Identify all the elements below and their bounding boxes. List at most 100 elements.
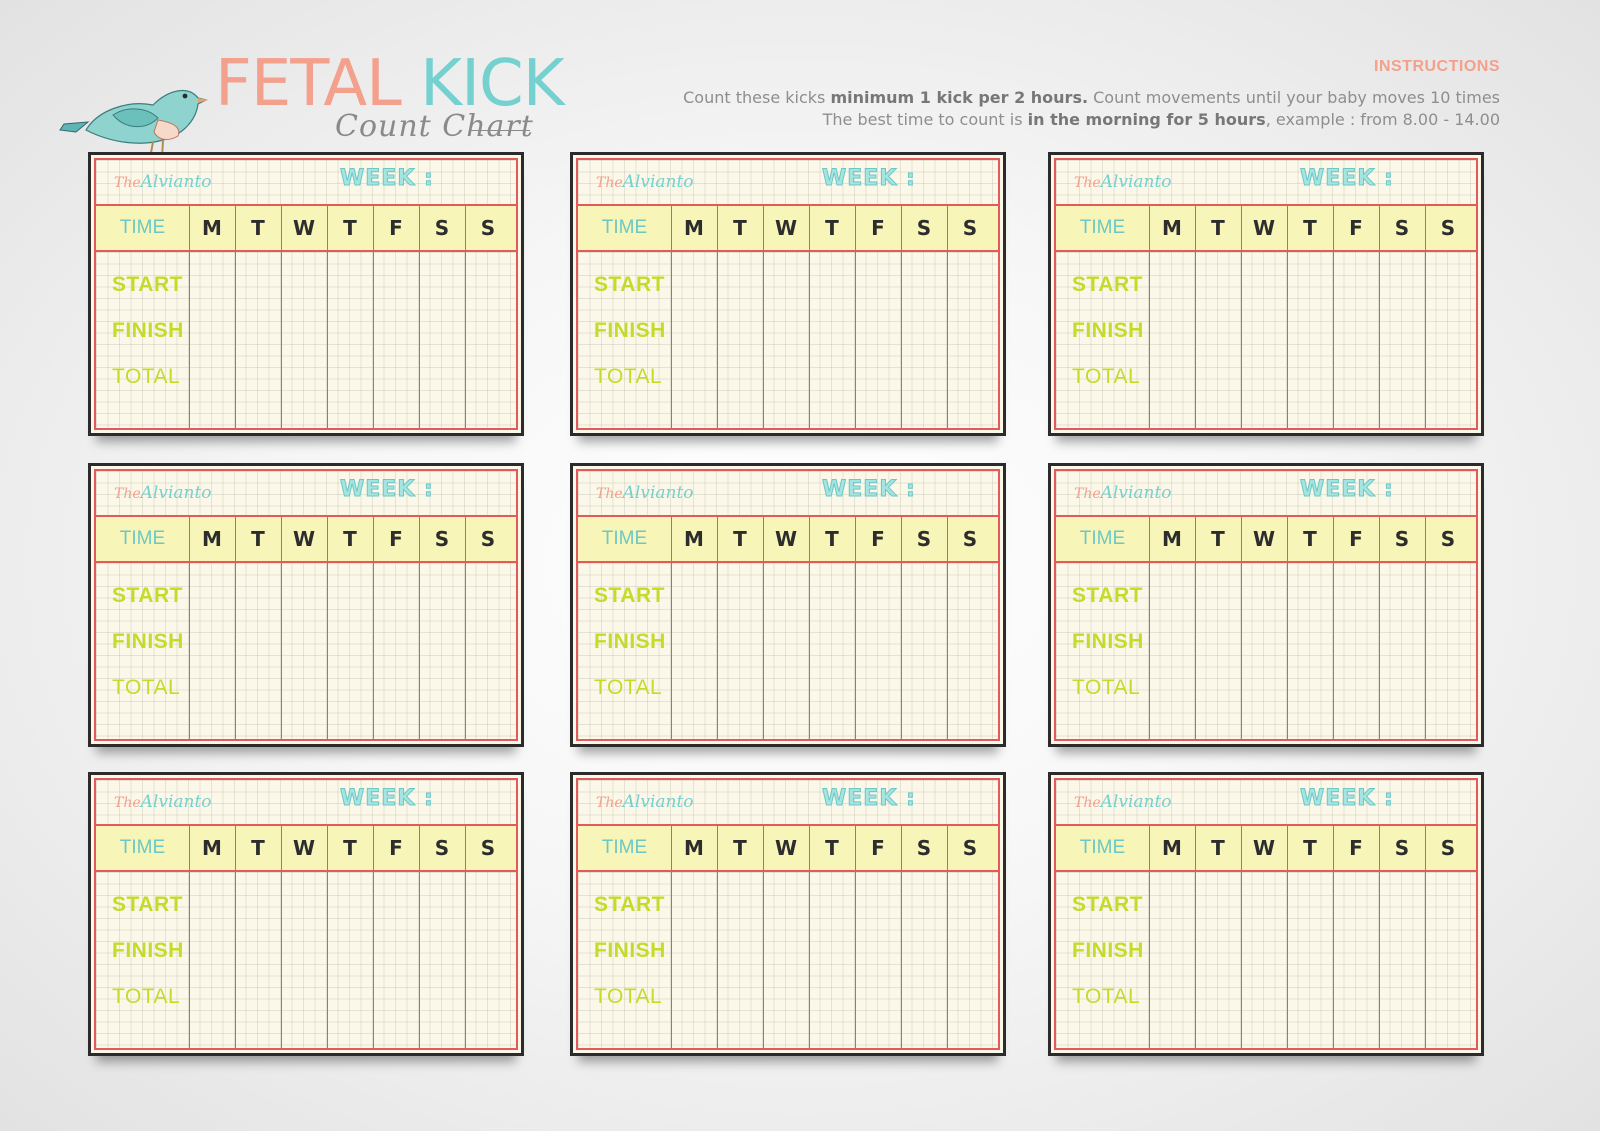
day-header: M — [1162, 216, 1182, 240]
column-divider — [327, 204, 328, 428]
day-header: W — [1252, 216, 1276, 240]
column-divider — [1149, 515, 1150, 739]
day-header: T — [1211, 836, 1225, 860]
column-divider — [1287, 204, 1288, 428]
column-divider — [1425, 824, 1426, 1048]
subtitle-underline — [470, 130, 530, 131]
week-label: WEEK : — [340, 166, 434, 192]
day-header: S — [962, 836, 978, 860]
column-divider — [281, 204, 282, 428]
day-header: F — [1349, 527, 1363, 551]
brand-name: Alvianto — [1100, 172, 1172, 192]
column-divider — [1333, 515, 1334, 739]
day-header: S — [1394, 216, 1410, 240]
column-divider — [419, 824, 420, 1048]
column-divider — [1241, 515, 1242, 739]
column-divider — [763, 824, 764, 1048]
day-header: S — [480, 216, 496, 240]
kick-chart-card: TheAlvianto WEEK : TIME M T W T F S S START FINISH T… — [1048, 772, 1484, 1056]
day-header: T — [1303, 216, 1317, 240]
chart-grid-paper: TheAlvianto WEEK : TIME M T W T F S S START FINISH T… — [1054, 158, 1478, 430]
instructions-line-1-a: Count these kicks — [683, 88, 831, 107]
chart-grid-paper: TheAlvianto WEEK : TIME M T W T F S S START FINISH T… — [94, 469, 518, 741]
column-divider — [763, 515, 764, 739]
row-label-start: START — [112, 273, 183, 296]
day-header-row: TIME M T W T F S S — [1056, 204, 1476, 252]
day-header-row: TIME M T W T F S S — [1056, 824, 1476, 872]
column-divider — [717, 204, 718, 428]
day-header: W — [774, 836, 798, 860]
day-header: S — [1440, 836, 1456, 860]
column-divider — [855, 824, 856, 1048]
column-divider — [671, 204, 672, 428]
day-header: S — [916, 836, 932, 860]
day-header: F — [1349, 836, 1363, 860]
row-label-total: TOTAL — [1072, 985, 1141, 1008]
row-label-finish: FINISH — [1072, 630, 1144, 653]
day-header: S — [434, 216, 450, 240]
day-header: S — [1394, 836, 1410, 860]
brand-logo: TheAlvianto — [114, 172, 212, 192]
day-header-row: TIME M T W T F S S — [96, 204, 516, 252]
day-header: S — [480, 527, 496, 551]
column-divider — [1241, 204, 1242, 428]
time-header: TIME — [601, 837, 648, 858]
column-divider — [327, 515, 328, 739]
column-divider — [419, 204, 420, 428]
chart-grid-paper: TheAlvianto WEEK : TIME M T W T F S S START FINISH T… — [94, 158, 518, 430]
time-header: TIME — [601, 528, 648, 549]
day-header: T — [251, 836, 265, 860]
brand-logo: TheAlvianto — [596, 792, 694, 812]
instructions-line-2: The best time to count is in the morning… — [823, 110, 1500, 129]
day-header: M — [684, 216, 704, 240]
column-divider — [465, 824, 466, 1048]
row-label-start: START — [1072, 893, 1143, 916]
chart-grid-paper: TheAlvianto WEEK : TIME M T W T F S S START FINISH T… — [576, 469, 1000, 741]
kick-chart-card: TheAlvianto WEEK : TIME M T W T F S S START FINISH T… — [570, 463, 1006, 747]
week-label: WEEK : — [1300, 477, 1394, 503]
page-header: FETAL KICK Count Chart INSTRUCTIONS Coun… — [0, 0, 1600, 159]
brand-the: The — [596, 175, 623, 191]
instructions-line-1: Count these kicks minimum 1 kick per 2 h… — [683, 88, 1500, 107]
brand-name: Alvianto — [140, 172, 212, 192]
day-header: F — [389, 216, 403, 240]
day-header: T — [343, 527, 357, 551]
day-header: W — [774, 527, 798, 551]
column-divider — [373, 515, 374, 739]
day-header-row: TIME M T W T F S S — [1056, 515, 1476, 563]
day-header: M — [684, 836, 704, 860]
week-label: WEEK : — [822, 166, 916, 192]
day-header: M — [1162, 836, 1182, 860]
day-header-row: TIME M T W T F S S — [578, 204, 998, 252]
column-divider — [281, 515, 282, 739]
day-header: T — [733, 216, 747, 240]
instructions-line-1-b: minimum 1 kick per 2 hours. — [830, 88, 1089, 107]
day-header: F — [389, 836, 403, 860]
column-divider — [1149, 204, 1150, 428]
day-header: T — [251, 527, 265, 551]
day-header: W — [1252, 836, 1276, 860]
chart-grid-paper: TheAlvianto WEEK : TIME M T W T F S S START FINISH T… — [576, 778, 1000, 1050]
column-divider — [1287, 515, 1288, 739]
row-label-finish: FINISH — [1072, 939, 1144, 962]
chart-grid-paper: TheAlvianto WEEK : TIME M T W T F S S START FINISH T… — [1054, 778, 1478, 1050]
row-label-finish: FINISH — [594, 939, 666, 962]
time-header: TIME — [119, 528, 166, 549]
week-label: WEEK : — [1300, 786, 1394, 812]
column-divider — [373, 824, 374, 1048]
row-label-total: TOTAL — [1072, 676, 1141, 699]
column-divider — [901, 824, 902, 1048]
brand-the: The — [114, 795, 141, 811]
column-divider — [189, 515, 190, 739]
column-divider — [235, 204, 236, 428]
column-divider — [671, 515, 672, 739]
kick-chart-card: TheAlvianto WEEK : TIME M T W T F S S START FINISH T… — [570, 772, 1006, 1056]
column-divider — [901, 515, 902, 739]
brand-logo: TheAlvianto — [596, 172, 694, 192]
brand-the: The — [114, 175, 141, 191]
time-header: TIME — [1079, 528, 1126, 549]
column-divider — [235, 824, 236, 1048]
column-divider — [809, 515, 810, 739]
week-label: WEEK : — [1300, 166, 1394, 192]
column-divider — [671, 824, 672, 1048]
